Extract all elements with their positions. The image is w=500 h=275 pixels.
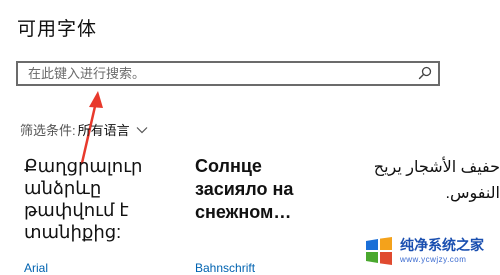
filter-value[interactable]: 所有语言 bbox=[78, 120, 130, 139]
font-card-bahnschrift[interactable]: Солнце засияло на снежном… Bahnschrift bbox=[195, 155, 320, 275]
page-title: 可用字体 bbox=[17, 19, 98, 40]
search-icon[interactable] bbox=[418, 66, 432, 80]
search-input[interactable] bbox=[28, 63, 418, 84]
font-name: Arial bbox=[24, 261, 49, 275]
watermark-title: 纯净系统之家 bbox=[400, 238, 484, 254]
font-sample-text: Солнце засияло на снежном… bbox=[195, 156, 294, 222]
watermark: 纯净系统之家 www.ycwjzy.com bbox=[362, 232, 500, 270]
font-card-arial[interactable]: Քաղցրալուր անձրևը թափվում է տանիքից: Ari… bbox=[24, 155, 159, 275]
font-name: Bahnschrift bbox=[195, 261, 256, 275]
font-sample-text: حفيف الأشجار يريح النفوس. bbox=[373, 159, 500, 202]
watermark-url: www.ycwjzy.com bbox=[400, 255, 467, 264]
windows-logo-icon bbox=[366, 237, 392, 265]
font-sample-text: Քաղցրալուր անձրևը թափվում է տանիքից: bbox=[24, 156, 143, 242]
language-filter[interactable]: 筛选条件: 所有语言 bbox=[20, 120, 148, 139]
chevron-down-icon[interactable] bbox=[136, 126, 148, 134]
search-box[interactable] bbox=[16, 61, 440, 86]
font-card-arabic[interactable]: حفيف الأشجار يريح النفوس. bbox=[350, 155, 500, 207]
filter-label: 筛选条件: bbox=[20, 123, 76, 138]
